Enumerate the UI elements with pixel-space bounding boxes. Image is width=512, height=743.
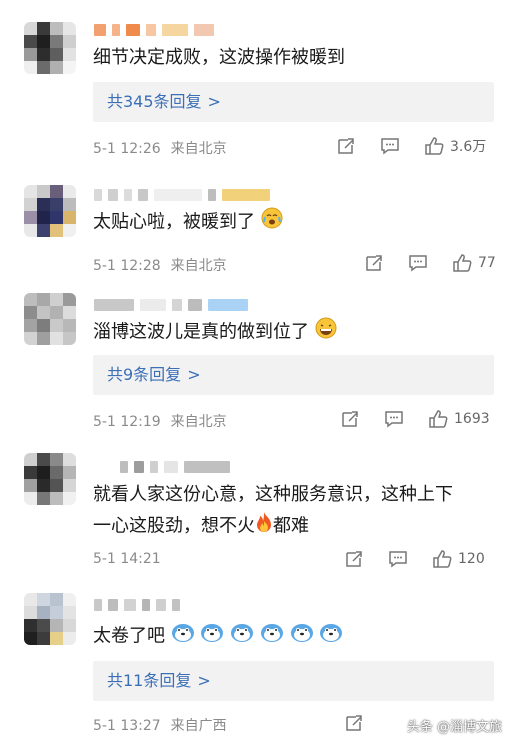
doge-face-emoji	[171, 621, 195, 652]
username-blurred[interactable]	[120, 459, 230, 475]
timestamp: 5-1 12:26	[93, 141, 161, 157]
comment-text: 太贴心啦，被暖到了	[93, 207, 283, 238]
chevron-right-icon: >	[187, 365, 201, 384]
like-count: 3.6万	[450, 139, 487, 155]
share-icon[interactable]	[364, 253, 384, 273]
comment-meta: 5-1 14:21	[93, 551, 161, 567]
username-blurred[interactable]	[94, 597, 180, 613]
comment-text: 一心这股劲，想不火 都难	[93, 511, 309, 542]
comment-actions: 1693	[340, 409, 490, 429]
comment-icon[interactable]	[380, 136, 400, 156]
share-icon[interactable]	[344, 549, 364, 569]
timestamp: 5-1 13:27	[93, 718, 161, 734]
location: 来自广西	[170, 718, 227, 734]
replies-label: 共9条回复	[107, 365, 182, 384]
like-icon[interactable]	[428, 409, 448, 429]
doge-face-emoji	[200, 621, 224, 652]
replies-label: 共11条回复	[107, 671, 192, 690]
doge-face-emoji	[260, 621, 284, 652]
timestamp: 5-1 12:19	[93, 414, 161, 430]
chevron-right-icon: >	[207, 92, 221, 111]
username-blurred[interactable]	[94, 22, 214, 38]
timestamp: 5-1 12:28	[93, 258, 161, 274]
comment-actions: 3.6万	[336, 136, 486, 156]
comment-icon[interactable]	[384, 409, 404, 429]
like-count: 1693	[454, 411, 490, 427]
comment-item: 太贴心啦，被暖到了 5-1 12:28 来自北京 77	[0, 175, 512, 285]
replies-button[interactable]: 共11条回复 >	[93, 661, 494, 701]
share-icon[interactable]	[340, 409, 360, 429]
comment-icon[interactable]	[408, 253, 428, 273]
location: 来自北京	[170, 258, 227, 274]
fire-emoji	[255, 511, 273, 542]
comment-actions: 77	[364, 253, 496, 273]
username-blurred[interactable]	[94, 297, 248, 313]
like-icon[interactable]	[452, 253, 472, 273]
watermark: 头条 @淄博文旅	[406, 720, 502, 735]
doge-face-emoji	[319, 621, 343, 652]
comment-actions	[344, 713, 364, 733]
location: 来自北京	[170, 414, 227, 430]
timestamp: 5-1 14:21	[93, 551, 161, 567]
grinning-face-emoji	[315, 317, 337, 348]
comment-text-end: 都难	[273, 515, 309, 537]
comment-actions: 120	[344, 549, 485, 569]
comment-meta: 5-1 13:27 来自广西	[93, 715, 227, 735]
teary-face-emoji	[261, 207, 283, 238]
comment-icon[interactable]	[388, 549, 408, 569]
comment-text-content: 一心这股劲，想不火	[93, 515, 255, 537]
comment-meta: 5-1 12:26 来自北京	[93, 138, 227, 158]
like-icon[interactable]	[424, 136, 444, 156]
replies-button[interactable]: 共345条回复 >	[93, 82, 494, 122]
comment-text-content: 淄博这波儿是真的做到位了	[93, 321, 309, 343]
doge-face-emoji	[230, 621, 254, 652]
like-count: 77	[478, 255, 496, 271]
replies-label: 共345条回复	[107, 92, 202, 111]
share-icon[interactable]	[336, 136, 356, 156]
like-count: 120	[458, 551, 485, 567]
username-blurred[interactable]	[94, 187, 270, 203]
comment-meta: 5-1 12:19 来自北京	[93, 411, 227, 431]
comment-text-content: 太贴心啦，被暖到了	[93, 211, 255, 233]
avatar[interactable]	[24, 22, 76, 74]
comment-text: 细节决定成败，这波操作被暖到	[93, 47, 345, 68]
doge-face-emoji	[290, 621, 314, 652]
comment-text: 太卷了吧	[93, 621, 343, 652]
like-icon[interactable]	[432, 549, 452, 569]
chevron-right-icon: >	[197, 671, 211, 690]
replies-button[interactable]: 共9条回复 >	[93, 355, 494, 395]
avatar[interactable]	[24, 293, 76, 345]
comment-text: 就看人家这份心意，这种服务意识，这种上下	[93, 484, 453, 505]
comment-text: 淄博这波儿是真的做到位了	[93, 317, 337, 348]
location: 来自北京	[170, 141, 227, 157]
comment-item: 细节决定成败，这波操作被暖到 共345条回复 > 5-1 12:26 来自北京 3.…	[0, 0, 512, 175]
comment-text-content: 太卷了吧	[93, 625, 165, 647]
comment-item: 淄博这波儿是真的做到位了 共9条回复 > 5-1 12:19 来自北京 1693	[0, 285, 512, 445]
share-icon[interactable]	[344, 713, 364, 733]
avatar[interactable]	[24, 185, 76, 237]
avatar[interactable]	[24, 593, 76, 645]
comment-item: 就看人家这份心意，这种服务意识，这种上下 一心这股劲，想不火 都难 5-1 14:…	[0, 445, 512, 585]
avatar[interactable]	[24, 453, 76, 505]
comment-meta: 5-1 12:28 来自北京	[93, 255, 227, 275]
